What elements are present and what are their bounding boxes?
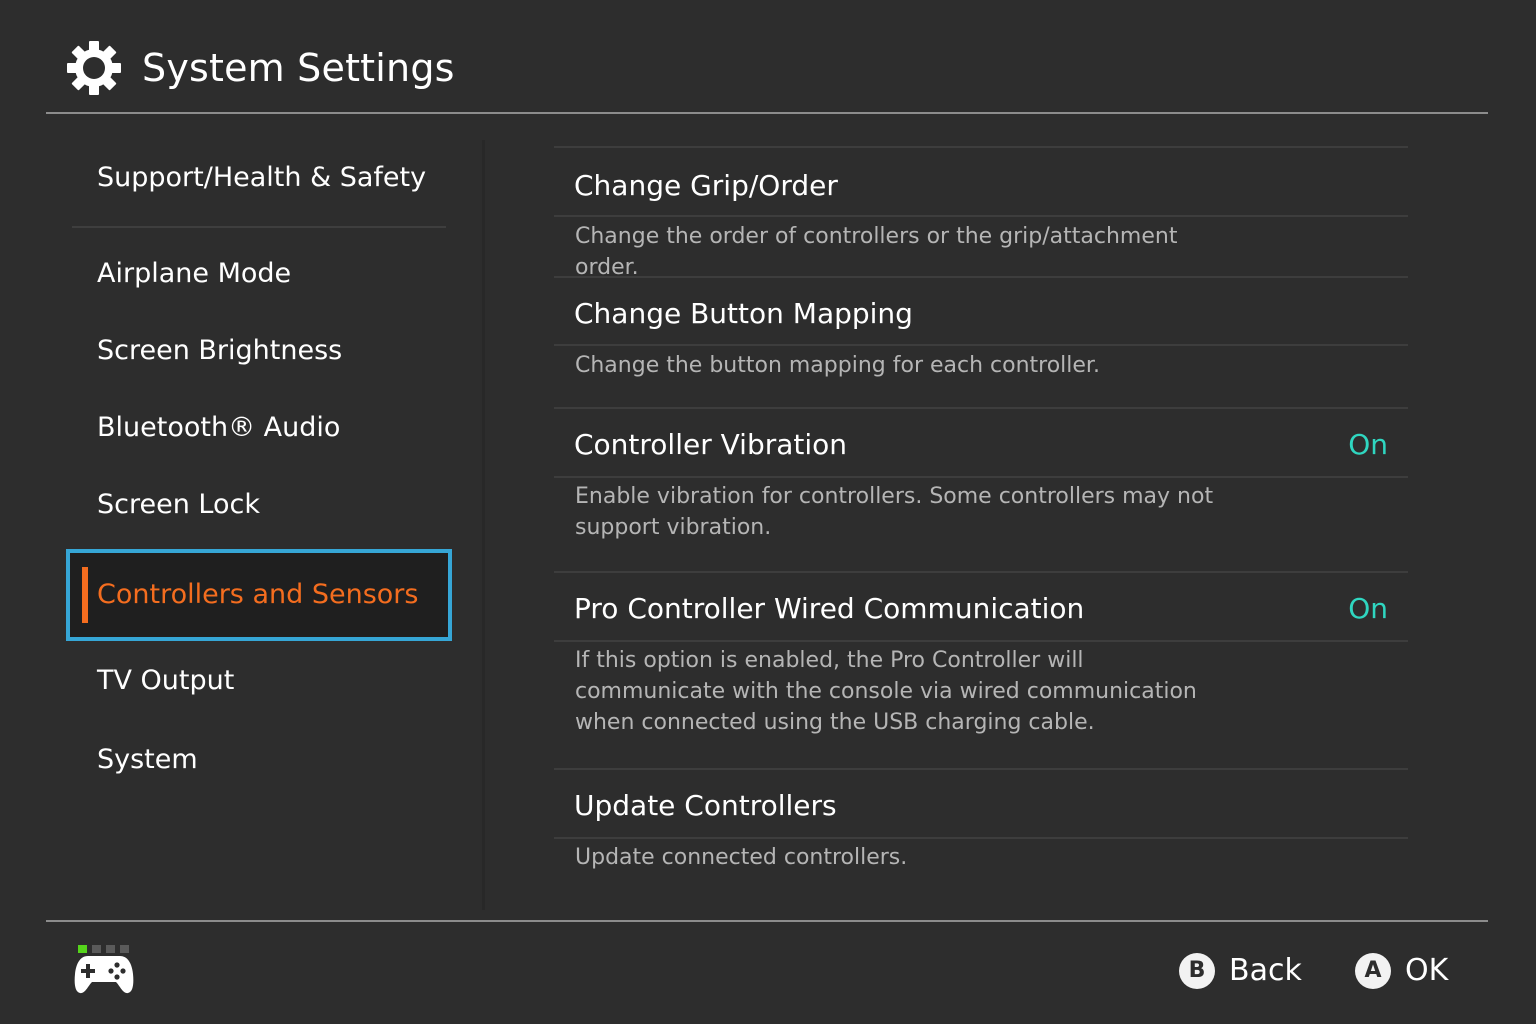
setting-title: Change Button Mapping (574, 297, 913, 330)
setting-description: Enable vibration for controllers. Some c… (575, 484, 1214, 540)
setting-description: Change the button mapping for each contr… (575, 353, 1100, 378)
settings-list: Change Grip/Order Change the order of co… (554, 146, 1408, 906)
sidebar-item-label: Controllers and Sensors (97, 579, 419, 610)
row-inner-divider (554, 640, 1408, 642)
sidebar-item-controllers-and-sensors[interactable]: Controllers and Sensors (66, 549, 452, 641)
header: System Settings (0, 0, 1536, 114)
setting-value-on: On (1348, 428, 1388, 461)
setting-title: Change Grip/Order (574, 169, 838, 202)
row-inner-divider (554, 476, 1408, 478)
setting-description: If this option is enabled, the Pro Contr… (575, 648, 1197, 735)
sidebar-item-airplane-mode[interactable]: Airplane Mode (97, 256, 291, 292)
selection-indicator (82, 567, 88, 623)
row-inner-divider (554, 344, 1408, 346)
setting-title: Pro Controller Wired Communication (574, 592, 1085, 625)
sidebar-item-bluetooth-audio[interactable]: Bluetooth® Audio (97, 410, 340, 446)
setting-pro-controller-wired-communication[interactable]: Pro Controller Wired Communication On If… (554, 571, 1408, 768)
setting-description: Change the order of controllers or the g… (575, 224, 1178, 280)
ok-button[interactable]: A OK (1355, 950, 1448, 992)
setting-value-on: On (1348, 592, 1388, 625)
row-inner-divider (554, 215, 1408, 217)
setting-description: Update connected controllers. (575, 845, 908, 870)
page-title: System Settings (142, 46, 455, 90)
setting-change-button-mapping[interactable]: Change Button Mapping Change the button … (554, 276, 1408, 407)
header-divider (46, 112, 1488, 114)
back-label: Back (1229, 953, 1302, 988)
system-settings-screen: System Settings Support/Health & Safety … (0, 0, 1536, 1024)
sidebar-separator (72, 226, 446, 228)
sidebar-item-system[interactable]: System (97, 742, 198, 778)
a-button-icon: A (1355, 953, 1391, 989)
sidebar-item-support[interactable]: Support/Health & Safety (97, 160, 426, 196)
setting-title: Controller Vibration (574, 428, 848, 461)
b-button-icon: B (1179, 953, 1215, 989)
ok-label: OK (1405, 953, 1449, 988)
back-button[interactable]: B Back (1179, 950, 1302, 992)
sidebar-item-screen-lock[interactable]: Screen Lock (97, 487, 260, 523)
setting-title: Update Controllers (574, 789, 837, 822)
setting-change-grip-order[interactable]: Change Grip/Order Change the order of co… (554, 146, 1408, 280)
footer-divider (46, 920, 1488, 922)
controller-icon (74, 956, 134, 994)
row-inner-divider (554, 837, 1408, 839)
gear-icon (67, 41, 121, 95)
setting-controller-vibration[interactable]: Controller Vibration On Enable vibration… (554, 407, 1408, 571)
sidebar-divider (482, 140, 485, 910)
setting-update-controllers[interactable]: Update Controllers Update connected cont… (554, 768, 1408, 898)
sidebar-item-screen-brightness[interactable]: Screen Brightness (97, 333, 342, 369)
sidebar-item-tv-output[interactable]: TV Output (97, 663, 234, 699)
